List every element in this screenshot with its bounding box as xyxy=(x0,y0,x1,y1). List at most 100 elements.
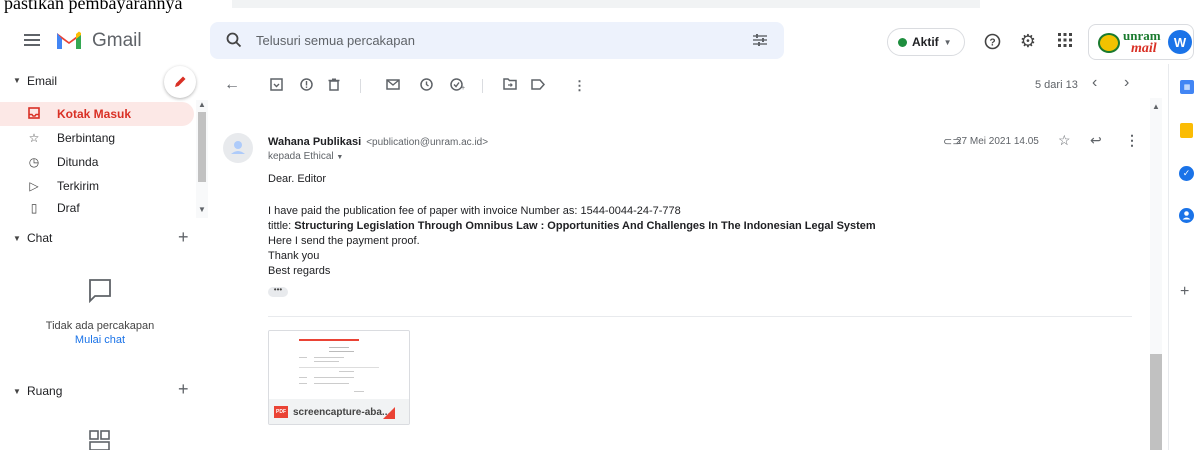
show-trimmed-button[interactable]: ••• xyxy=(268,286,288,297)
chat-section-caret-icon[interactable]: ▼ xyxy=(13,234,21,243)
send-icon: ▷ xyxy=(29,179,39,193)
help-icon[interactable]: ? xyxy=(982,31,1002,51)
sidebar-item-label: Draf xyxy=(57,201,80,215)
sidebar-item-label: Kotak Masuk xyxy=(57,107,132,121)
settings-icon[interactable]: ⚙ xyxy=(1017,30,1039,52)
more-options-icon[interactable]: ⋮ xyxy=(573,78,586,94)
unram-logo-icon xyxy=(1098,33,1120,53)
main-scroll-thumb[interactable] xyxy=(1150,354,1162,450)
recipient-line[interactable]: kepada Ethical ▼ xyxy=(268,151,343,162)
sender-name[interactable]: Wahana Publikasi xyxy=(268,136,361,148)
attachment-name: screencapture-aba... xyxy=(293,407,391,418)
attachment-card[interactable]: PDF screencapture-aba... xyxy=(268,330,410,425)
add-task-icon[interactable]: + xyxy=(450,78,465,94)
sidebar-item-starred[interactable]: ☆ Berbintang xyxy=(0,126,194,150)
chat-bubble-icon xyxy=(87,277,113,308)
title-prefix: tittle: xyxy=(268,220,295,232)
archive-icon[interactable] xyxy=(270,78,283,94)
search-bar[interactable]: Telusuri semua percakapan xyxy=(210,22,784,59)
gmail-logo-icon[interactable] xyxy=(55,30,87,52)
strip-text: pastikan pembayarannya xyxy=(4,0,183,13)
mark-unread-icon[interactable] xyxy=(386,78,400,93)
side-panel-divider xyxy=(1168,64,1169,450)
sidebar-item-snoozed[interactable]: ◷ Ditunda xyxy=(0,150,194,174)
sidebar-scroll-thumb[interactable] xyxy=(198,112,206,182)
search-icon[interactable] xyxy=(226,32,242,53)
back-icon[interactable]: ← xyxy=(224,76,240,94)
app-name: Gmail xyxy=(92,30,142,51)
calendar-icon[interactable]: ▦ xyxy=(1180,80,1194,94)
body-line-1: I have paid the publication fee of paper… xyxy=(268,205,681,217)
body-line-4: Thank you xyxy=(268,250,320,262)
attachment-fold-icon xyxy=(383,407,395,419)
main-scroll-up-icon[interactable]: ▲ xyxy=(1152,102,1160,111)
pencil-icon xyxy=(175,76,186,87)
add-addon-icon[interactable]: + xyxy=(1180,283,1189,301)
body-line-3: Here I send the payment proof. xyxy=(268,235,420,247)
star-icon: ☆ xyxy=(28,131,40,145)
svg-text:?: ? xyxy=(989,37,995,48)
status-label: Aktif xyxy=(912,35,939,49)
sidebar-item-drafts[interactable]: ▯ Draf xyxy=(0,198,194,218)
report-spam-icon[interactable] xyxy=(300,78,313,94)
sidebar-item-inbox[interactable]: Kotak Masuk xyxy=(0,102,194,126)
move-to-icon[interactable] xyxy=(503,78,517,93)
attachment-footer: PDF screencapture-aba... xyxy=(269,399,409,424)
toolbar-divider xyxy=(482,79,483,93)
room-section-title[interactable]: Ruang xyxy=(27,384,62,398)
sidebar-scrollbar[interactable]: ▲ ▼ xyxy=(196,100,208,218)
paper-title: Structuring Legislation Through Omnibus … xyxy=(294,220,876,232)
pagination-text: 5 dari 13 xyxy=(1035,79,1078,91)
toolbar-divider xyxy=(360,79,361,93)
add-chat-icon[interactable]: + xyxy=(178,227,189,248)
label-icon[interactable] xyxy=(531,78,546,93)
contacts-icon[interactable] xyxy=(1179,208,1194,223)
clock-icon: ◷ xyxy=(28,155,40,169)
sender-line: Wahana Publikasi <publication@unram.ac.i… xyxy=(268,136,488,148)
greeting: Dear. Editor xyxy=(268,173,327,185)
scroll-down-icon[interactable]: ▼ xyxy=(198,205,206,214)
apps-icon[interactable] xyxy=(1058,33,1072,47)
room-section-caret-icon[interactable]: ▼ xyxy=(13,387,21,396)
menu-icon[interactable] xyxy=(20,30,44,50)
sidebar-item-label: Berbintang xyxy=(57,131,116,145)
star-message-icon[interactable]: ☆ xyxy=(1058,132,1071,149)
recipient-dropdown-icon[interactable]: ▼ xyxy=(336,154,343,161)
start-chat-link[interactable]: Mulai chat xyxy=(0,334,200,346)
keep-icon[interactable] xyxy=(1180,123,1193,138)
sidebar-item-sent[interactable]: ▷ Terkirim xyxy=(0,174,194,198)
svg-text:+: + xyxy=(461,85,465,91)
search-input[interactable]: Telusuri semua percakapan xyxy=(256,33,415,48)
draft-icon: ▯ xyxy=(30,201,38,215)
chat-section-title[interactable]: Chat xyxy=(27,231,52,245)
status-dot-icon xyxy=(898,37,907,47)
sidebar-item-label: Ditunda xyxy=(57,155,99,169)
person-icon xyxy=(231,141,245,154)
message-divider xyxy=(268,316,1132,317)
sender-avatar[interactable] xyxy=(223,133,253,163)
sender-email: <publication@unram.ac.id> xyxy=(366,137,489,148)
delete-icon[interactable] xyxy=(328,78,340,94)
message-more-icon[interactable]: ⋮ xyxy=(1125,132,1139,149)
email-section-title[interactable]: Email xyxy=(27,74,57,88)
browser-top-strip: pastikan pembayarannya xyxy=(0,0,1200,18)
room-grid-icon xyxy=(89,430,111,455)
account-chip[interactable]: unram mail W xyxy=(1088,24,1194,60)
sidebar-item-label: Terkirim xyxy=(57,179,99,193)
next-page-icon[interactable]: › xyxy=(1124,74,1129,92)
add-room-icon[interactable]: + xyxy=(178,379,189,400)
tasks-icon[interactable]: ✓ xyxy=(1179,166,1194,181)
logo-text-bottom: mail xyxy=(1131,41,1157,56)
scroll-up-icon[interactable]: ▲ xyxy=(198,100,206,109)
compose-button[interactable] xyxy=(164,66,196,98)
snooze-icon[interactable] xyxy=(420,78,433,94)
prev-page-icon[interactable]: ‹ xyxy=(1092,74,1097,92)
body-line-5: Best regards xyxy=(268,265,331,277)
inbox-icon xyxy=(26,106,42,122)
avatar[interactable]: W xyxy=(1168,30,1192,54)
email-section-caret-icon[interactable]: ▼ xyxy=(13,76,21,85)
reply-icon[interactable]: ↩ xyxy=(1090,132,1102,149)
search-options-icon[interactable] xyxy=(752,33,768,52)
attachment-preview xyxy=(269,331,409,399)
status-button[interactable]: Aktif ▼ xyxy=(887,28,965,56)
